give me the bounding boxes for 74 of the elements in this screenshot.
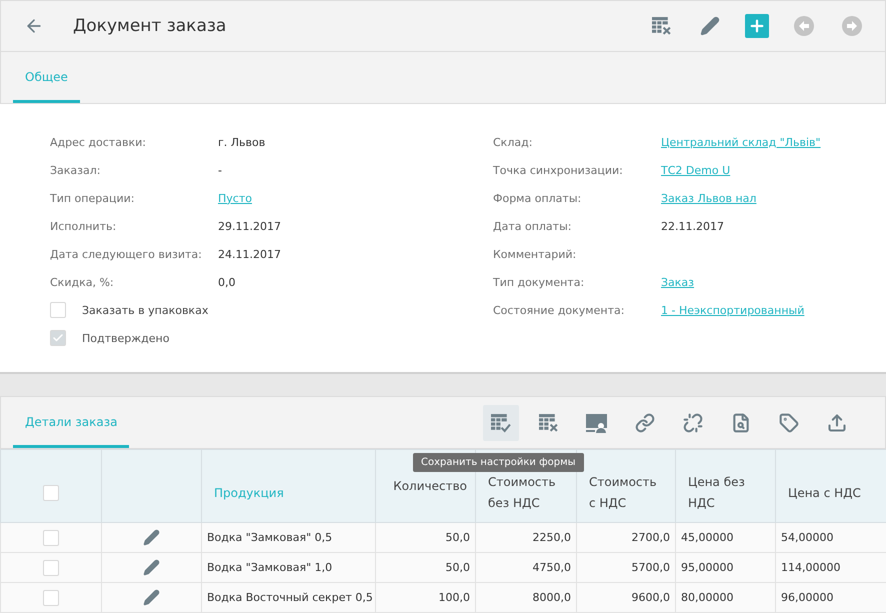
table-cell: Водка "Замковая" 0,5 [202, 522, 376, 553]
save-settings-button[interactable] [483, 404, 519, 441]
table-cell: 8000,0 [476, 582, 576, 613]
unlink-icon [683, 412, 703, 433]
pencil-icon [143, 529, 160, 546]
table-cell: 5700,0 [576, 552, 676, 583]
field-label: Заказал: [50, 164, 102, 177]
column-header[interactable]: Продукция [202, 450, 376, 523]
field-label: Склад: [493, 136, 534, 149]
pencil-icon [700, 16, 720, 36]
previous-icon [793, 14, 815, 37]
table-cell: 96,00000 [776, 582, 886, 613]
upload-icon [827, 412, 847, 433]
field-label: Скидка, %: [50, 276, 115, 289]
table-cross-icon [652, 16, 672, 36]
table-check-icon [491, 412, 511, 433]
checkbox[interactable] [43, 530, 59, 546]
column-header[interactable]: Цена без НДС [676, 450, 776, 523]
checkbox[interactable] [50, 302, 66, 318]
table-cell: 9600,0 [576, 582, 676, 613]
checkbox[interactable] [43, 560, 59, 576]
table-cell: Водка Восточный секрет 0,5 [202, 582, 376, 613]
field-value: - [218, 164, 222, 177]
table-cell: 54,00000 [776, 522, 886, 553]
field-label: Адрес доставки: [50, 136, 147, 149]
field-label: Форма оплаты: [493, 192, 582, 205]
document-search-icon [731, 412, 751, 433]
link-icon [635, 412, 655, 433]
tag-icon [779, 412, 799, 433]
table-cell: 95,00000 [676, 552, 776, 583]
window-title: Документ заказа [73, 16, 228, 36]
column-header[interactable]: Цена с НДС [776, 450, 886, 523]
table-cross-icon [539, 412, 559, 433]
checkbox-label: Заказать в упаковках [82, 304, 208, 317]
field-value: 0,0 [218, 276, 236, 289]
table-cell: 50,0 [376, 522, 476, 553]
table-cell: 4750,0 [476, 552, 576, 583]
table-cell: 45,00000 [676, 522, 776, 553]
field-link[interactable]: Пусто [218, 192, 252, 205]
tooltip: Сохранить настройки формы [413, 453, 584, 472]
field-label: Дата следующего визита: [50, 248, 203, 261]
field-value: 29.11.2017 [218, 220, 281, 233]
field-value: г. Львов [218, 136, 266, 149]
field-label: Дата оплаты: [493, 220, 572, 233]
field-link[interactable]: 1 - Неэкспортированный [661, 304, 804, 317]
field-link[interactable]: Заказ [661, 276, 694, 289]
field-link[interactable]: Заказ Львов нал [661, 192, 756, 205]
field-label: Исполнить: [50, 220, 118, 233]
table-cell: 80,00000 [676, 582, 776, 613]
table-cell: 50,0 [376, 552, 476, 583]
field-label: Состояние документа: [493, 304, 626, 317]
next-icon [841, 14, 863, 37]
field-value: 22.11.2017 [661, 220, 724, 233]
table-cell: 2250,0 [476, 522, 576, 553]
plus-icon [748, 16, 766, 35]
table-cell: 2700,0 [576, 522, 676, 553]
table-cell: 114,00000 [776, 552, 886, 583]
field-label: Точка синхронизации: [493, 164, 624, 177]
table-cell: 100,0 [376, 582, 476, 613]
pencil-icon [143, 589, 160, 606]
contact-card-icon [585, 412, 609, 434]
column-header[interactable]: Стоимость с НДС [576, 450, 676, 523]
field-link[interactable]: Центральний склад "Львів" [661, 136, 821, 149]
checkbox[interactable] [43, 590, 59, 606]
add-button[interactable] [745, 14, 769, 38]
table-cell: Водка "Замковая" 1,0 [202, 552, 376, 583]
checkbox-label: Подтверждено [82, 332, 170, 345]
field-label: Тип документа: [493, 276, 586, 289]
field-label: Тип операции: [50, 192, 136, 205]
field-value: 24.11.2017 [218, 248, 281, 261]
field-link[interactable]: ТС2 Demo U [661, 164, 730, 177]
pencil-icon [143, 559, 160, 576]
checkbox[interactable] [43, 485, 59, 502]
field-label: Комментарий: [493, 248, 578, 261]
